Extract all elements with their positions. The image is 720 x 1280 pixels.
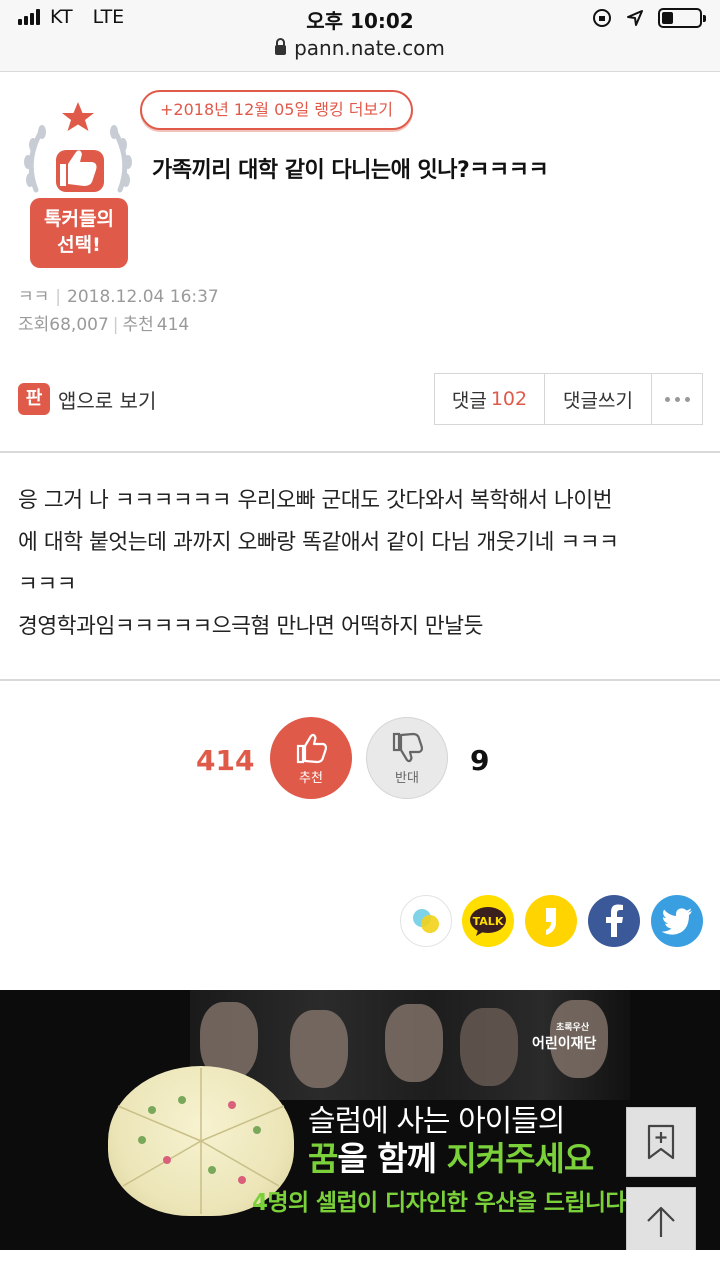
scroll-to-top-button[interactable] xyxy=(626,1187,696,1257)
twitter-icon xyxy=(661,908,692,935)
share-nateon-button[interactable] xyxy=(400,895,452,947)
downvote-button[interactable]: 반대 xyxy=(366,717,448,799)
share-kakaotalk-button[interactable]: TALK xyxy=(462,895,514,947)
bottom-strip xyxy=(0,1250,720,1280)
divider xyxy=(0,679,720,681)
downvote-count: 9 xyxy=(470,744,490,777)
views-count: 68,007 xyxy=(49,315,109,335)
rotation-lock-icon xyxy=(593,9,611,27)
write-comment-button[interactable]: 댓글쓰기 xyxy=(545,374,652,424)
comments-count: 102 xyxy=(490,388,528,410)
talker-choice-badge: 톡커들의 선택! xyxy=(18,100,138,270)
upvote-label: 추천 xyxy=(299,770,323,786)
body-line: 경영학과임ㅋㅋㅋㅋㅋ으극혐 만나면 어떡하지 만날듯 xyxy=(18,614,484,639)
views-label: 조회 xyxy=(18,315,50,335)
thumbs-down-icon xyxy=(392,732,424,762)
more-button[interactable] xyxy=(652,374,702,424)
post-body: 응 그거 나 ㅋㅋㅋㅋㅋㅋ 우리오빠 군대도 갓다와서 복학해서 나이번 에 대… xyxy=(18,480,708,648)
foundation-logo: 초록우산 어린이재단 xyxy=(532,1020,596,1053)
foundation-name: 어린이재단 xyxy=(532,1036,597,1052)
arrow-up-icon xyxy=(647,1206,675,1237)
banner-slogan-dream: 꿈 xyxy=(308,1139,338,1178)
badge-line1: 톡커들의 xyxy=(44,208,114,230)
kakaostory-icon xyxy=(546,908,556,935)
share-twitter-button[interactable] xyxy=(651,895,703,947)
banner-slogan-protect: 지켜주세요 xyxy=(446,1139,594,1178)
lock-icon xyxy=(275,38,287,55)
share-kakaostory-button[interactable] xyxy=(525,895,577,947)
bookmark-add-icon xyxy=(647,1124,675,1160)
upvote-button[interactable]: 추천 xyxy=(270,717,352,799)
more-icon xyxy=(664,396,690,402)
battery-icon xyxy=(658,8,706,28)
post-title: 가족끼리 대학 같이 다니는애 잇나?ㅋㅋㅋㅋ xyxy=(152,158,549,183)
divider xyxy=(0,451,720,453)
open-in-app-label: 앱으로 보기 xyxy=(58,388,157,413)
open-in-app-button[interactable]: 판 앱으로 보기 xyxy=(18,383,156,415)
badge-line2: 선택! xyxy=(57,234,101,256)
recommend-label: 추천 xyxy=(122,315,154,335)
downvote-label: 반대 xyxy=(395,770,419,786)
share-facebook-button[interactable] xyxy=(588,895,640,947)
bookmark-button[interactable] xyxy=(626,1107,696,1177)
location-icon xyxy=(627,10,643,26)
comments-button[interactable]: 댓글 102 xyxy=(435,374,545,424)
thumbs-up-icon xyxy=(296,733,328,763)
comments-label: 댓글 xyxy=(451,389,487,412)
nateon-icon xyxy=(413,909,439,933)
upvote-count: 414 xyxy=(196,744,255,777)
recommend-count: 414 xyxy=(156,315,190,335)
ad-banner[interactable]: 초록우산 어린이재단 슬럼에 사는 아이들의 꿈을 함께 지켜주세요 4명의 셀… xyxy=(0,990,720,1250)
author-name: ㅋㅋ xyxy=(18,287,50,307)
body-line: ㅋㅋㅋ xyxy=(18,572,77,597)
post-date: 2018.12.04 16:37 xyxy=(67,287,219,307)
banner-subtext: 4명의 셀럽이 디자인한 우산을 드립니다 xyxy=(252,1190,627,1216)
url-text: pann.nate.com xyxy=(294,36,445,60)
foundation-small-text: 초록우산 xyxy=(556,1023,590,1033)
ranking-more-link[interactable]: +2018년 12월 05일 랭킹 더보기 xyxy=(140,90,413,130)
address-bar[interactable]: pann.nate.com xyxy=(0,36,720,60)
comment-actions: 댓글 102 댓글쓰기 xyxy=(434,373,703,425)
status-icons xyxy=(592,8,706,28)
status-bar: KT LTE 오후 10:02 pann.nate.com xyxy=(0,0,720,72)
post-meta-author: ㅋㅋ | 2018.12.04 16:37 xyxy=(18,287,219,307)
banner-slogan-mid: 을 함께 xyxy=(337,1139,447,1178)
post-meta-stats: 조회68,007 | 추천 414 xyxy=(18,315,190,335)
body-line: 응 그거 나 ㅋㅋㅋㅋㅋㅋ 우리오빠 군대도 갓다와서 복학해서 나이번 xyxy=(18,488,613,513)
facebook-icon xyxy=(606,904,623,937)
pann-app-icon: 판 xyxy=(18,383,50,415)
body-line: 에 대학 붙엇는데 과까지 오빠랑 똑같애서 같이 다님 개웃기네 ㅋㅋㅋ xyxy=(18,530,619,555)
banner-slogan: 꿈을 함께 지켜주세요 xyxy=(308,1132,594,1180)
kakaotalk-label: TALK xyxy=(472,914,504,928)
